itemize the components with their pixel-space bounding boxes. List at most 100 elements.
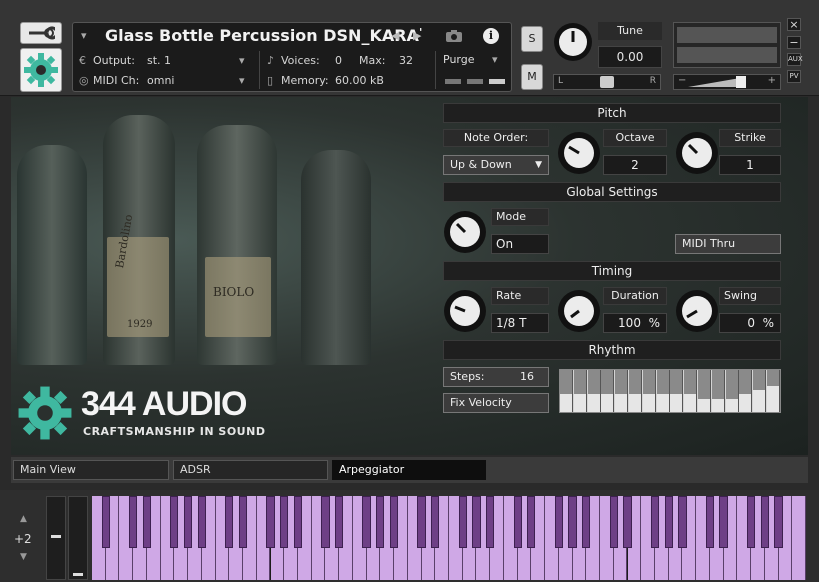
solo-button[interactable]: S — [521, 26, 543, 52]
mode-value[interactable]: On — [491, 234, 549, 254]
wrench-icon[interactable] — [20, 22, 62, 44]
steps-control[interactable]: Steps: 16 — [443, 367, 549, 387]
tune-value[interactable]: 0.00 — [598, 46, 662, 68]
black-key[interactable] — [554, 496, 563, 548]
pitch-wheel[interactable] — [46, 496, 66, 580]
rhythm-step[interactable] — [684, 370, 698, 412]
black-key[interactable] — [760, 496, 769, 548]
rate-knob[interactable] — [443, 289, 487, 336]
rhythm-step[interactable] — [711, 370, 725, 412]
piano-keyboard[interactable] — [92, 496, 806, 580]
black-key[interactable] — [183, 496, 193, 548]
mode-knob[interactable] — [443, 210, 487, 257]
octave-up-icon[interactable]: ▲ — [20, 514, 27, 524]
black-key[interactable] — [389, 496, 399, 548]
black-key[interactable] — [774, 496, 783, 548]
black-key[interactable] — [609, 496, 618, 548]
rhythm-step[interactable] — [601, 370, 615, 412]
black-key[interactable] — [623, 496, 632, 548]
black-key[interactable] — [568, 496, 577, 548]
black-key[interactable] — [280, 496, 289, 548]
rhythm-step[interactable] — [587, 370, 601, 412]
pv-button[interactable]: PV — [787, 70, 801, 83]
pan-slider-handle[interactable] — [600, 76, 614, 88]
black-key[interactable] — [197, 496, 206, 548]
rhythm-step[interactable] — [767, 370, 780, 412]
strike-value[interactable]: 1 — [719, 155, 781, 175]
prev-instrument-icon[interactable]: ◀ — [391, 29, 399, 42]
black-key[interactable] — [362, 496, 371, 548]
black-key[interactable] — [170, 496, 179, 548]
black-key[interactable] — [582, 496, 591, 548]
black-key[interactable] — [266, 496, 275, 548]
aux-button[interactable]: AUX — [787, 53, 803, 66]
rhythm-step[interactable] — [642, 370, 656, 412]
rhythm-step[interactable] — [615, 370, 629, 412]
rhythm-step[interactable] — [739, 370, 753, 412]
black-key[interactable] — [486, 496, 495, 548]
black-key[interactable] — [650, 496, 660, 548]
black-key[interactable] — [321, 496, 330, 548]
black-key[interactable] — [458, 496, 467, 548]
mute-button[interactable]: M — [521, 64, 543, 90]
black-key[interactable] — [101, 496, 110, 548]
output-selector[interactable]: € Output: st. 1 ▾ — [79, 52, 259, 70]
close-icon[interactable]: × — [787, 18, 801, 31]
fix-velocity-button[interactable]: Fix Velocity — [443, 393, 549, 413]
black-key[interactable] — [513, 496, 522, 548]
black-key[interactable] — [678, 496, 687, 548]
black-key[interactable] — [746, 496, 756, 548]
rhythm-step[interactable] — [656, 370, 670, 412]
midi-thru-button[interactable]: MIDI Thru — [675, 234, 781, 254]
mod-wheel[interactable] — [68, 496, 88, 580]
black-key[interactable] — [527, 496, 536, 548]
rhythm-step[interactable] — [670, 370, 684, 412]
gear-icon[interactable] — [20, 48, 62, 92]
swing-value[interactable]: 0 % — [719, 313, 781, 333]
volume-slider[interactable]: − + — [673, 74, 781, 90]
swing-knob[interactable] — [675, 289, 719, 336]
purge-button[interactable]: Purge ▾ — [443, 53, 498, 66]
black-key[interactable] — [129, 496, 138, 548]
next-instrument-icon[interactable]: ▶ — [413, 29, 421, 42]
volume-slider-handle[interactable] — [736, 76, 746, 88]
black-key[interactable] — [335, 496, 344, 548]
black-key[interactable] — [417, 496, 426, 548]
black-key[interactable] — [705, 496, 714, 548]
duration-knob[interactable] — [557, 289, 601, 336]
black-key[interactable] — [238, 496, 248, 548]
duration-value[interactable]: 100 % — [603, 313, 667, 333]
tab-main-view[interactable]: Main View — [13, 460, 169, 480]
instrument-menu-icon[interactable]: ▾ — [81, 29, 87, 42]
black-key[interactable] — [142, 496, 152, 548]
pan-slider[interactable]: L R — [553, 74, 661, 90]
rhythm-step[interactable] — [573, 370, 587, 412]
camera-icon[interactable] — [445, 29, 463, 46]
max-voices-value[interactable]: 32 — [399, 54, 413, 67]
tab-arpeggiator[interactable]: Arpeggiator — [332, 460, 486, 480]
minimize-icon[interactable]: − — [787, 36, 801, 49]
octave-value[interactable]: 2 — [603, 155, 667, 175]
black-key[interactable] — [664, 496, 673, 548]
black-key[interactable] — [293, 496, 303, 548]
midi-channel-selector[interactable]: ◎ MIDI Ch: omni ▾ — [79, 72, 259, 90]
instrument-title[interactable]: Glass Bottle Percussion DSN_KARA' — [105, 26, 422, 45]
rhythm-step[interactable] — [560, 370, 573, 412]
rhythm-step[interactable] — [753, 370, 767, 412]
tune-knob[interactable] — [553, 22, 593, 65]
black-key[interactable] — [431, 496, 440, 548]
rhythm-step[interactable] — [629, 370, 642, 412]
rhythm-step[interactable] — [725, 370, 739, 412]
step-velocity-editor[interactable] — [559, 369, 781, 413]
black-key[interactable] — [376, 496, 385, 548]
rate-value[interactable]: 1/8 T — [491, 313, 549, 333]
tab-adsr[interactable]: ADSR — [173, 460, 328, 480]
octave-knob[interactable] — [557, 131, 601, 178]
octave-down-icon[interactable]: ▼ — [20, 552, 27, 562]
white-key[interactable] — [792, 496, 806, 580]
black-key[interactable] — [719, 496, 728, 548]
black-key[interactable] — [225, 496, 234, 548]
note-order-dropdown[interactable]: Up & Down ▼ — [443, 155, 549, 175]
rhythm-step[interactable] — [698, 370, 711, 412]
strike-knob[interactable] — [675, 131, 719, 178]
